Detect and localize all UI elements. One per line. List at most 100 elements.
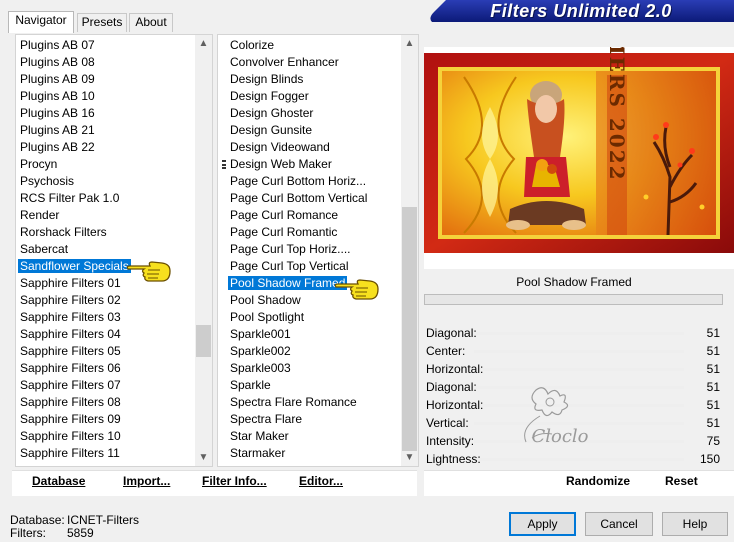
list-item[interactable]: Sapphire Filters 07	[16, 377, 194, 394]
category-scroll-thumb[interactable]	[196, 325, 211, 357]
parameter-row[interactable]: Intensity: 75	[424, 432, 724, 450]
list-item[interactable]: Psychosis	[16, 173, 194, 190]
parameter-slider[interactable]	[474, 404, 684, 407]
list-item[interactable]: Design Blinds	[226, 71, 400, 88]
list-item[interactable]: Plugins AB 10	[16, 88, 194, 105]
list-item[interactable]: Pool Spotlight	[226, 309, 400, 326]
list-item[interactable]: Sparkle002	[226, 343, 400, 360]
list-item[interactable]: Sapphire Filters 08	[16, 394, 194, 411]
parameter-row[interactable]: Lightness: 150	[424, 450, 724, 468]
filter-info-button[interactable]: Filter Info...	[202, 474, 267, 488]
scroll-up-arrow-icon[interactable]: ▲	[401, 35, 418, 52]
list-item-label: Sapphire Filters 05	[20, 344, 121, 358]
parameter-label: Horizontal:	[426, 362, 484, 376]
tab-navigator[interactable]: Navigator	[8, 11, 74, 33]
list-item[interactable]: Page Curl Bottom Vertical	[226, 190, 400, 207]
list-item[interactable]: Design Gunsite	[226, 122, 400, 139]
list-item-label: Sapphire Filters 01	[20, 276, 121, 290]
category-scrollbar[interactable]: ▲ ▼	[195, 35, 212, 466]
list-item[interactable]: Plugins AB 07	[16, 37, 194, 54]
list-item[interactable]: Sparkle001	[226, 326, 400, 343]
list-item[interactable]: Sparkle	[226, 377, 400, 394]
list-item[interactable]: Design Ghoster	[226, 105, 400, 122]
list-item[interactable]: Rorshack Filters	[16, 224, 194, 241]
parameter-slider[interactable]	[474, 368, 684, 371]
list-item[interactable]: Sapphire Filters 10	[16, 428, 194, 445]
list-item[interactable]: Colorize	[226, 37, 400, 54]
list-item[interactable]: Design Videowand	[226, 139, 400, 156]
list-item[interactable]: Page Curl Top Horiz....	[226, 241, 400, 258]
parameter-slider[interactable]	[474, 350, 684, 353]
list-item-label: Pool Spotlight	[230, 310, 305, 324]
pointing-hand-icon	[334, 279, 379, 300]
help-button[interactable]: Help	[662, 512, 728, 536]
tab-presets[interactable]: Presets	[77, 13, 127, 32]
parameter-slider[interactable]	[474, 440, 684, 443]
database-button[interactable]: Database	[32, 474, 85, 488]
list-item[interactable]: Page Curl Top Vertical	[226, 258, 400, 275]
list-item[interactable]: Page Curl Romance	[226, 207, 400, 224]
parameter-row[interactable]: Vertical: 51	[424, 414, 724, 432]
filter-scrollbar[interactable]: ▲ ▼	[401, 35, 418, 466]
list-item[interactable]: Sapphire Filters 04	[16, 326, 194, 343]
import-button[interactable]: Import...	[123, 474, 170, 488]
parameter-slider[interactable]	[474, 332, 684, 335]
list-item[interactable]: Convolver Enhancer	[226, 54, 400, 71]
tab-about[interactable]: About	[129, 13, 173, 32]
list-item-label: Page Curl Bottom Vertical	[230, 191, 368, 205]
parameter-slider[interactable]	[474, 422, 684, 425]
filter-scroll-thumb[interactable]	[402, 207, 417, 451]
list-item-label: Design Gunsite	[230, 123, 313, 137]
scroll-down-arrow-icon[interactable]: ▼	[195, 449, 212, 466]
list-item[interactable]: Spectra Flare	[226, 411, 400, 428]
list-item[interactable]: Star Maker	[226, 428, 400, 445]
list-item-label: Page Curl Romantic	[230, 225, 338, 239]
list-item-label: Sparkle002	[230, 344, 291, 358]
list-item[interactable]: Design Fogger	[226, 88, 400, 105]
list-item[interactable]: Sapphire Filters 09	[16, 411, 194, 428]
list-item[interactable]: Plugins AB 16	[16, 105, 194, 122]
selected-filter-name: Pool Shadow Framed	[516, 275, 632, 289]
list-item[interactable]: Sabercat	[16, 241, 194, 258]
parameter-value: 51	[706, 362, 720, 376]
list-item[interactable]: Plugins AB 09	[16, 71, 194, 88]
parameter-row[interactable]: Diagonal: 51	[424, 324, 724, 342]
list-item[interactable]: Plugins AB 21	[16, 122, 194, 139]
list-item[interactable]: Plugins AB 08	[16, 54, 194, 71]
parameter-slider[interactable]	[474, 386, 684, 389]
parameter-row[interactable]: Diagonal: 51	[424, 378, 724, 396]
list-item[interactable]: Spectra Flare Romance	[226, 394, 400, 411]
list-item-label: Sparkle001	[230, 327, 291, 341]
list-item-label: Design Fogger	[230, 89, 309, 103]
list-item[interactable]: Procyn	[16, 156, 194, 173]
randomize-button[interactable]: Randomize	[566, 474, 630, 488]
apply-button[interactable]: Apply	[509, 512, 576, 536]
list-item[interactable]: Sapphire Filters 03	[16, 309, 194, 326]
scroll-down-arrow-icon[interactable]: ▼	[401, 449, 418, 466]
parameter-slider[interactable]	[474, 458, 684, 461]
art-text: MERS 2022	[605, 47, 629, 182]
list-item[interactable]: Render	[16, 207, 194, 224]
list-item[interactable]: Page Curl Bottom Horiz...	[226, 173, 400, 190]
list-item-label: Convolver Enhancer	[230, 55, 339, 69]
parameter-row[interactable]: Horizontal: 51	[424, 396, 724, 414]
list-item[interactable]: Sapphire Filters 06	[16, 360, 194, 377]
list-item[interactable]: Page Curl Romantic	[226, 224, 400, 241]
list-item[interactable]: RCS Filter Pak 1.0	[16, 190, 194, 207]
editor-button[interactable]: Editor...	[299, 474, 343, 488]
list-item[interactable]: Plugins AB 22	[16, 139, 194, 156]
list-item[interactable]: Sparkle003	[226, 360, 400, 377]
list-item[interactable]: Starmaker	[226, 445, 400, 462]
parameter-list: Diagonal: 51 Center: 51 Horizontal: 51 Diagona…	[424, 324, 724, 470]
parameter-row[interactable]: Horizontal: 51	[424, 360, 724, 378]
reset-button[interactable]: Reset	[665, 474, 698, 488]
list-item-label: Spectra Flare Romance	[230, 395, 357, 409]
list-item[interactable]: Sapphire Filters 11	[16, 445, 194, 462]
list-item[interactable]: Sapphire Filters 02	[16, 292, 194, 309]
list-item[interactable]: Sapphire Filters 05	[16, 343, 194, 360]
list-item[interactable]: Design Web Maker	[226, 156, 400, 173]
parameter-row[interactable]: Center: 51	[424, 342, 724, 360]
parameter-label: Diagonal:	[426, 326, 477, 340]
cancel-button[interactable]: Cancel	[585, 512, 653, 536]
scroll-up-arrow-icon[interactable]: ▲	[195, 35, 212, 52]
